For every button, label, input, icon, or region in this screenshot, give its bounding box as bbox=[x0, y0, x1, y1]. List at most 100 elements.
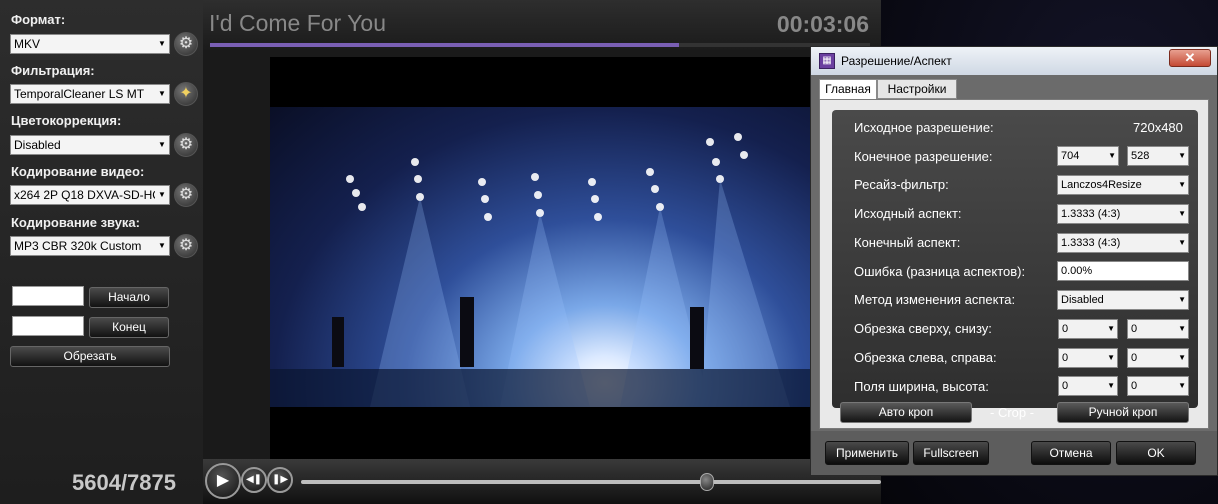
crop-top-select[interactable]: 0 ▼ bbox=[1058, 319, 1118, 339]
crop-separator: - Crop - bbox=[990, 405, 1035, 420]
video-frame[interactable] bbox=[270, 57, 810, 459]
crop-bottom-value: 0 bbox=[1131, 323, 1138, 335]
crop-right-select[interactable]: 0 ▼ bbox=[1127, 348, 1189, 368]
target-width-value: 704 bbox=[1061, 150, 1080, 162]
border-height-select[interactable]: 0 ▼ bbox=[1127, 376, 1189, 396]
close-icon[interactable]: ✕ bbox=[1169, 49, 1211, 67]
fullscreen-button[interactable]: Fullscreen bbox=[913, 441, 989, 465]
audio-encoding-label: Кодирование звука: bbox=[11, 215, 140, 230]
manual-crop-button[interactable]: Ручной кроп bbox=[1057, 402, 1189, 423]
step-forward-icon[interactable]: ❚▶ bbox=[267, 467, 293, 493]
crop-right-value: 0 bbox=[1131, 352, 1138, 364]
crop-top-value: 0 bbox=[1062, 323, 1069, 335]
filter-wand-icon[interactable]: ✦ bbox=[174, 82, 198, 106]
target-aspect-label: Конечный аспект: bbox=[854, 235, 961, 250]
start-frame-input[interactable] bbox=[12, 286, 84, 306]
format-select-value: MKV bbox=[14, 37, 41, 51]
aspect-method-value: Disabled bbox=[1061, 294, 1104, 306]
seek-handle[interactable] bbox=[700, 473, 714, 491]
borders-label: Поля ширина, высота: bbox=[854, 379, 989, 394]
chevron-down-icon: ▼ bbox=[1178, 353, 1186, 362]
format-select[interactable]: MKV ▼ bbox=[10, 34, 170, 54]
progress-bar[interactable] bbox=[210, 43, 870, 47]
chevron-down-icon: ▼ bbox=[1178, 238, 1186, 247]
target-height-select[interactable]: 528 ▼ bbox=[1127, 146, 1189, 166]
apply-button[interactable]: Применить bbox=[825, 441, 909, 465]
track-title: I'd Come For You bbox=[209, 10, 386, 36]
audio-encoding-select-value: MP3 CBR 320k Custom bbox=[14, 239, 142, 253]
chevron-down-icon: ▼ bbox=[155, 186, 169, 204]
target-resolution-label: Конечное разрешение: bbox=[854, 149, 993, 164]
color-correction-select[interactable]: Disabled ▼ bbox=[10, 135, 170, 155]
chevron-down-icon: ▼ bbox=[155, 85, 169, 103]
target-aspect-select[interactable]: 1.3333 (4:3) ▼ bbox=[1057, 233, 1189, 253]
end-frame-input[interactable] bbox=[12, 316, 84, 336]
color-correction-select-value: Disabled bbox=[14, 138, 61, 152]
color-settings-gear-icon[interactable]: ⚙ bbox=[174, 133, 198, 157]
source-aspect-label: Исходный аспект: bbox=[854, 206, 962, 221]
aspect-method-select[interactable]: Disabled ▼ bbox=[1057, 290, 1189, 310]
trim-button[interactable]: Обрезать bbox=[10, 346, 170, 367]
tab-main[interactable]: Главная bbox=[819, 79, 877, 100]
video-settings-gear-icon[interactable]: ⚙ bbox=[174, 183, 198, 207]
target-width-select[interactable]: 704 ▼ bbox=[1057, 146, 1119, 166]
color-correction-label: Цветокоррекция: bbox=[11, 113, 122, 128]
playback-controls: ▶ ◀❚ ❚▶ bbox=[203, 459, 881, 504]
format-label: Формат: bbox=[11, 12, 66, 27]
aspect-error-label: Ошибка (разница аспектов): bbox=[854, 264, 1026, 279]
chevron-down-icon: ▼ bbox=[1107, 381, 1115, 390]
tab-settings[interactable]: Настройки bbox=[877, 79, 957, 99]
dialog-body: Исходное разрешение: 720x480 Конечное ра… bbox=[819, 99, 1209, 429]
chevron-down-icon: ▼ bbox=[1107, 353, 1115, 362]
crop-top-bottom-label: Обрезка сверху, снизу: bbox=[854, 321, 992, 336]
video-encoding-label: Кодирование видео: bbox=[11, 164, 145, 179]
video-encoding-select[interactable]: x264 2P Q18 DXVA-SD-HQ ▼ bbox=[10, 185, 170, 205]
filter-select[interactable]: TemporalCleaner LS MT ▼ bbox=[10, 84, 170, 104]
aspect-error-field[interactable]: 0.00% bbox=[1057, 261, 1189, 281]
start-button[interactable]: Начало bbox=[89, 287, 169, 308]
cancel-button[interactable]: Отмена bbox=[1031, 441, 1111, 465]
filter-label: Фильтрация: bbox=[11, 63, 95, 78]
chevron-down-icon: ▼ bbox=[1178, 151, 1186, 160]
ok-button[interactable]: OK bbox=[1116, 441, 1196, 465]
player-header: I'd Come For You 00:03:06 bbox=[203, 0, 881, 50]
dialog-titlebar[interactable]: ▦ Разрешение/Аспект ✕ bbox=[811, 47, 1217, 75]
chevron-down-icon: ▼ bbox=[1108, 151, 1116, 160]
play-icon[interactable]: ▶ bbox=[205, 463, 241, 499]
border-height-value: 0 bbox=[1131, 380, 1138, 392]
stage-lights-graphic bbox=[270, 133, 810, 407]
crop-left-value: 0 bbox=[1062, 352, 1069, 364]
crop-bottom-select[interactable]: 0 ▼ bbox=[1127, 319, 1189, 339]
audio-settings-gear-icon[interactable]: ⚙ bbox=[174, 234, 198, 258]
source-aspect-value: 1.3333 (4:3) bbox=[1061, 208, 1121, 220]
source-resolution-value: 720x480 bbox=[1133, 120, 1183, 135]
crop-left-select[interactable]: 0 ▼ bbox=[1058, 348, 1118, 368]
border-width-select[interactable]: 0 ▼ bbox=[1058, 376, 1118, 396]
chevron-down-icon: ▼ bbox=[1107, 324, 1115, 333]
source-aspect-select[interactable]: 1.3333 (4:3) ▼ bbox=[1057, 204, 1189, 224]
audio-encoding-select[interactable]: MP3 CBR 320k Custom ▼ bbox=[10, 236, 170, 256]
chevron-down-icon: ▼ bbox=[155, 237, 169, 255]
video-player: I'd Come For You 00:03:06 ▶ ◀❚ ❚▶ bbox=[203, 0, 881, 504]
seek-slider[interactable] bbox=[301, 473, 881, 491]
progress-fill bbox=[210, 43, 679, 47]
format-settings-gear-icon[interactable]: ⚙ bbox=[174, 32, 198, 56]
step-back-icon[interactable]: ◀❚ bbox=[241, 467, 267, 493]
dialog-title: Разрешение/Аспект bbox=[841, 54, 952, 68]
chevron-down-icon: ▼ bbox=[1178, 324, 1186, 333]
end-button[interactable]: Конец bbox=[89, 317, 169, 338]
time-display: 00:03:06 bbox=[776, 11, 869, 37]
resize-filter-value: Lanczos4Resize bbox=[1061, 179, 1142, 191]
settings-panel: Формат: MKV ▼ ⚙ Фильтрация: TemporalClea… bbox=[0, 0, 203, 504]
concert-video-image bbox=[270, 107, 810, 407]
chevron-down-icon: ▼ bbox=[155, 35, 169, 53]
chevron-down-icon: ▼ bbox=[1178, 295, 1186, 304]
app-icon: ▦ bbox=[819, 53, 835, 69]
auto-crop-button[interactable]: Авто кроп bbox=[840, 402, 972, 423]
filter-select-value: TemporalCleaner LS MT bbox=[14, 87, 145, 101]
resize-filter-select[interactable]: Lanczos4Resize ▼ bbox=[1057, 175, 1189, 195]
chevron-down-icon: ▼ bbox=[1178, 180, 1186, 189]
crop-left-right-label: Обрезка слева, справа: bbox=[854, 350, 997, 365]
border-width-value: 0 bbox=[1062, 380, 1069, 392]
video-encoding-select-value: x264 2P Q18 DXVA-SD-HQ bbox=[14, 188, 162, 202]
